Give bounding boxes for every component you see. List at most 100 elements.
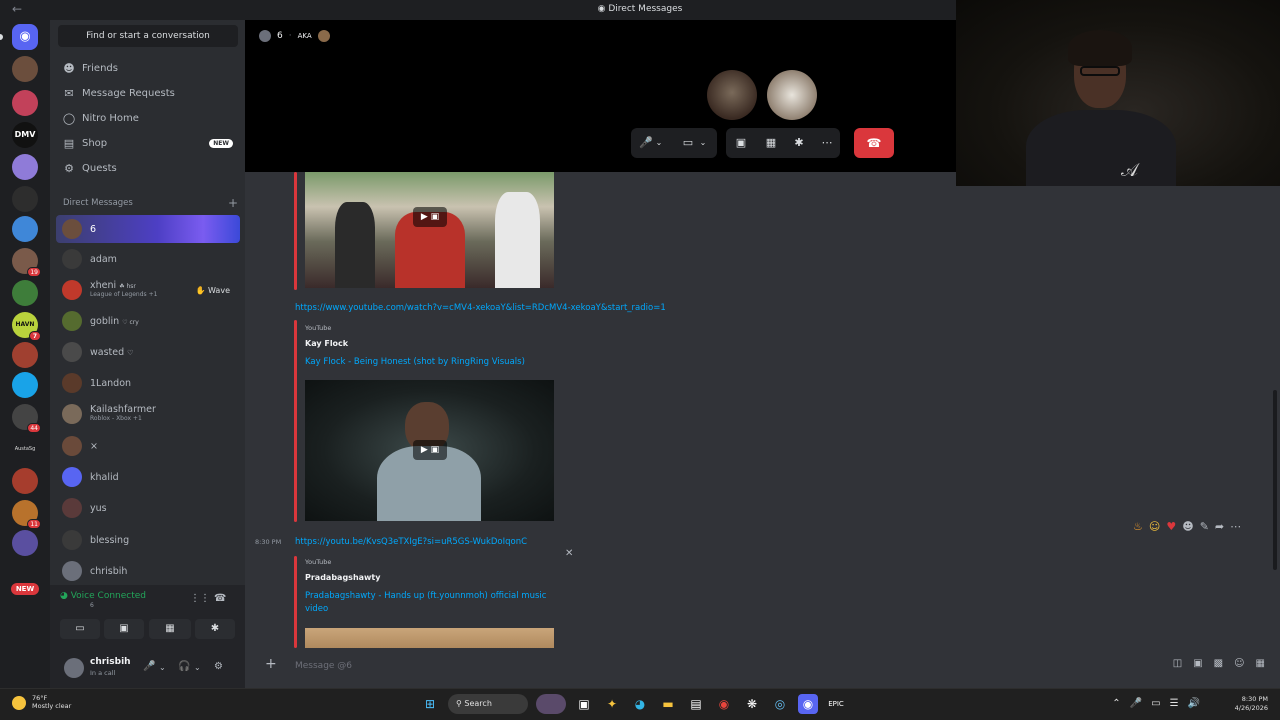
- apps-icon[interactable]: ▦: [1256, 658, 1265, 669]
- avatar[interactable]: [64, 658, 84, 678]
- nav-shop[interactable]: ▤ Shop NEW: [56, 132, 239, 154]
- new-unreads-badge[interactable]: NEW: [11, 583, 39, 595]
- reply-arrow-icon[interactable]: ➦: [1215, 520, 1224, 533]
- message-input[interactable]: [295, 658, 995, 674]
- laugh-reaction-icon[interactable]: ☺: [1149, 520, 1160, 533]
- server-icon[interactable]: [12, 280, 38, 306]
- add-reaction-icon[interactable]: ☻: [1182, 520, 1193, 533]
- participant-avatar[interactable]: [707, 70, 757, 120]
- nav-quests[interactable]: ⚙ Quests: [56, 157, 239, 179]
- embed-author[interactable]: Kay Flock: [305, 339, 348, 348]
- nav-message-requests[interactable]: ✉ Message Requests: [56, 82, 239, 104]
- video-thumbnail[interactable]: ▶ ▣: [305, 172, 554, 288]
- server-icon[interactable]: [12, 342, 38, 368]
- server-icon[interactable]: [12, 372, 38, 398]
- more-options-icon[interactable]: ⋯: [812, 128, 842, 158]
- chevron-up-icon[interactable]: ⌃: [1112, 698, 1120, 709]
- message-link[interactable]: https://youtu.be/KvsQ3eTXIgE?si=uR5GS-Wu…: [295, 537, 527, 547]
- dm-item-chrisbih[interactable]: chrisbih: [56, 557, 240, 585]
- server-icon[interactable]: [12, 56, 38, 82]
- sticker-icon[interactable]: ▩: [1214, 658, 1223, 669]
- nav-nitro-home[interactable]: ◯ Nitro Home: [56, 107, 239, 129]
- taskbar-search[interactable]: ⚲ Search: [448, 694, 528, 714]
- widgets-icon[interactable]: [536, 694, 566, 714]
- discord-taskbar-icon[interactable]: ◉: [798, 694, 818, 714]
- server-icon[interactable]: 19: [12, 248, 41, 277]
- edit-pencil-icon[interactable]: ✎: [1200, 520, 1209, 533]
- embed-title[interactable]: Pradabagshawty - Hands up (ft.younnmoh) …: [305, 590, 565, 616]
- network-icon[interactable]: ☰: [1170, 698, 1179, 709]
- soundboard-icon[interactable]: ✱: [195, 619, 235, 639]
- chevron-down-icon[interactable]: ⌄: [651, 128, 667, 158]
- server-icon[interactable]: [12, 216, 38, 242]
- dm-item-goblin[interactable]: goblin ♡ cry: [56, 307, 240, 335]
- dm-item-adam[interactable]: adam: [56, 245, 240, 273]
- dm-item-x[interactable]: ×: [56, 432, 240, 460]
- server-icon[interactable]: HAVN 7: [12, 312, 41, 341]
- dm-item-6[interactable]: 6: [56, 215, 240, 243]
- discord-home-icon[interactable]: ◉: [12, 24, 38, 50]
- emoji-icon[interactable]: ☺: [1234, 658, 1244, 669]
- play-button-icon[interactable]: ▶ ▣: [413, 440, 447, 460]
- server-icon[interactable]: [12, 530, 38, 556]
- play-button-icon[interactable]: ▶ ▣: [413, 207, 447, 227]
- fire-reaction-icon[interactable]: ♨: [1133, 520, 1143, 533]
- weather-widget[interactable]: 76°F Mostly clear: [12, 694, 71, 711]
- chevron-down-icon[interactable]: ⌄: [159, 663, 166, 672]
- file-explorer-icon[interactable]: ▬: [658, 694, 678, 714]
- display-icon[interactable]: ▭: [1151, 698, 1160, 709]
- headphones-icon[interactable]: 🎧: [178, 661, 190, 672]
- dm-item-xheni[interactable]: xheni ☘ hsr League of Legends +1 ✋ Wave: [56, 276, 240, 304]
- dm-item-khalid[interactable]: khalid: [56, 463, 240, 491]
- server-icon[interactable]: [12, 90, 38, 116]
- find-conversation-button[interactable]: Find or start a conversation: [58, 25, 238, 47]
- nav-friends[interactable]: ☻ Friends: [56, 57, 239, 79]
- embed-author[interactable]: Pradabagshawty: [305, 573, 380, 582]
- dm-item-wasted[interactable]: wasted ♡: [56, 338, 240, 366]
- heart-reaction-icon[interactable]: ♥: [1166, 520, 1176, 533]
- hang-up-button[interactable]: ☎: [854, 128, 894, 158]
- chevron-down-icon[interactable]: ⌄: [194, 663, 201, 672]
- task-view-icon[interactable]: ▣: [574, 694, 594, 714]
- dm-item-blessing[interactable]: blessing: [56, 526, 240, 554]
- microphone-tray-icon[interactable]: 🎤: [1130, 698, 1142, 709]
- epic-games-icon[interactable]: EPIC: [826, 694, 846, 714]
- server-icon[interactable]: 44: [12, 404, 41, 433]
- copilot-icon[interactable]: ✦: [602, 694, 622, 714]
- windows-start-icon[interactable]: ⊞: [420, 694, 440, 714]
- dm-item-kailashfarmer[interactable]: Kailashfarmer Roblox - Xbox +1: [56, 400, 240, 428]
- microphone-icon[interactable]: 🎤: [143, 661, 155, 672]
- edge-browser-icon[interactable]: ◕: [630, 694, 650, 714]
- server-icon[interactable]: DMV: [12, 122, 38, 148]
- taskbar-clock[interactable]: 8:30 PM 4/26/2026: [1235, 695, 1268, 713]
- voice-status[interactable]: ◕ Voice Connected 6: [60, 591, 146, 609]
- video-thumbnail[interactable]: ▶ ▣: [305, 380, 554, 521]
- camera-off-icon[interactable]: ▭: [60, 619, 100, 639]
- gif-icon[interactable]: ▣: [1193, 658, 1202, 669]
- steam-icon[interactable]: ◎: [770, 694, 790, 714]
- volume-icon[interactable]: 🔊: [1188, 698, 1200, 709]
- participant-avatar[interactable]: [767, 70, 817, 120]
- server-icon[interactable]: [12, 468, 38, 494]
- screen-share-icon[interactable]: ▣: [726, 128, 756, 158]
- gift-icon[interactable]: ◫: [1173, 658, 1182, 669]
- message-link[interactable]: https://www.youtube.com/watch?v=cMV4-xek…: [295, 303, 666, 313]
- screen-share-icon[interactable]: ▣: [104, 619, 144, 639]
- remove-embed-close-icon[interactable]: ✕: [565, 548, 573, 559]
- chrome-icon[interactable]: ◉: [714, 694, 734, 714]
- app-icon[interactable]: ❋: [742, 694, 762, 714]
- chevron-down-icon[interactable]: ⌄: [695, 128, 711, 158]
- server-icon[interactable]: AustaSg: [12, 436, 38, 462]
- soundboard-icon[interactable]: ✱: [784, 128, 814, 158]
- dm-item-1landon[interactable]: 1Landon: [56, 369, 240, 397]
- disconnect-icon[interactable]: ☎: [214, 593, 226, 604]
- wave-button[interactable]: ✋ Wave: [196, 286, 230, 295]
- embed-title[interactable]: Kay Flock - Being Honest (shot by RingRi…: [305, 356, 565, 369]
- activities-icon[interactable]: ▦: [756, 128, 786, 158]
- server-icon[interactable]: [12, 154, 38, 180]
- dm-item-yus[interactable]: yus: [56, 494, 240, 522]
- attach-plus-icon[interactable]: +: [265, 656, 277, 672]
- server-icon[interactable]: 11: [12, 500, 41, 529]
- video-thumbnail[interactable]: [305, 628, 554, 648]
- more-options-icon[interactable]: ⋯: [1230, 520, 1241, 533]
